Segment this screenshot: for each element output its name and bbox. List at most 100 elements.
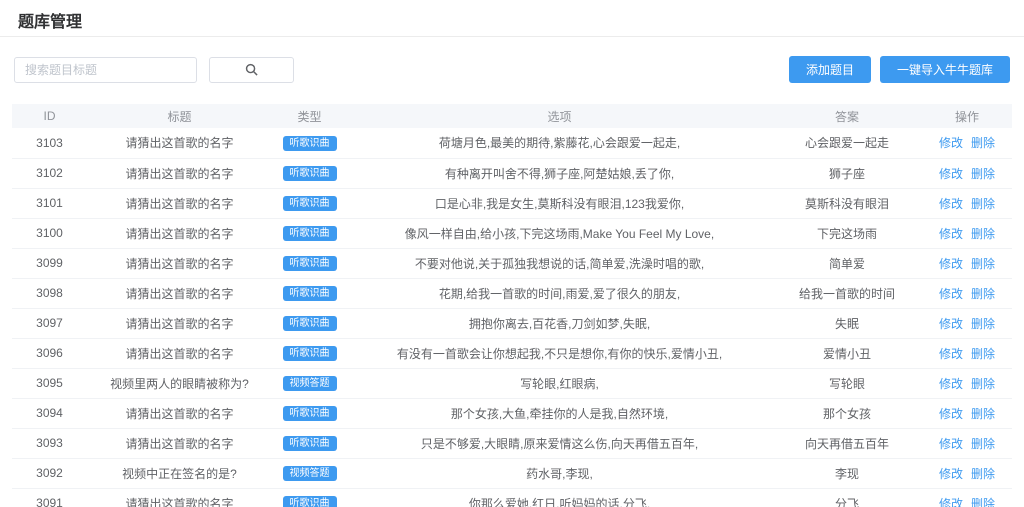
- cell-id: 3096: [12, 338, 87, 368]
- edit-link[interactable]: 修改: [939, 136, 963, 150]
- search-button[interactable]: [209, 57, 294, 83]
- cell-id: 3100: [12, 218, 87, 248]
- cell-type: 听歌识曲: [272, 248, 347, 278]
- cell-id: 3097: [12, 308, 87, 338]
- delete-link[interactable]: 删除: [971, 317, 995, 331]
- delete-link[interactable]: 删除: [971, 437, 995, 451]
- delete-link[interactable]: 删除: [971, 136, 995, 150]
- delete-link[interactable]: 删除: [971, 257, 995, 271]
- cell-title: 请猜出这首歌的名字: [87, 398, 272, 428]
- type-badge: 听歌识曲: [283, 316, 337, 331]
- cell-type: 视频答题: [272, 458, 347, 488]
- cell-type: 听歌识曲: [272, 488, 347, 507]
- cell-options: 有没有一首歌会让你想起我,不只是想你,有你的快乐,爱情小丑,: [347, 338, 772, 368]
- edit-link[interactable]: 修改: [939, 407, 963, 421]
- cell-type: 听歌识曲: [272, 338, 347, 368]
- table-row: 3098请猜出这首歌的名字听歌识曲花期,给我一首歌的时间,雨爱,爱了很久的朋友,…: [12, 278, 1012, 308]
- type-badge: 视频答题: [283, 376, 337, 391]
- cell-answer: 爱情小丑: [772, 338, 922, 368]
- cell-title: 请猜出这首歌的名字: [87, 308, 272, 338]
- edit-link[interactable]: 修改: [939, 377, 963, 391]
- cell-title: 视频里两人的眼睛被称为?: [87, 368, 272, 398]
- edit-link[interactable]: 修改: [939, 317, 963, 331]
- cell-type: 听歌识曲: [272, 128, 347, 158]
- cell-options: 写轮眼,红眼病,: [347, 368, 772, 398]
- cell-options: 荷塘月色,最美的期待,紫藤花,心会跟爱一起走,: [347, 128, 772, 158]
- cell-options: 有种离开叫舍不得,狮子座,阿楚姑娘,丢了你,: [347, 158, 772, 188]
- delete-link[interactable]: 删除: [971, 347, 995, 361]
- edit-link[interactable]: 修改: [939, 197, 963, 211]
- delete-link[interactable]: 删除: [971, 287, 995, 301]
- cell-options: 口是心非,我是女生,莫斯科没有眼泪,123我爱你,: [347, 188, 772, 218]
- edit-link[interactable]: 修改: [939, 437, 963, 451]
- content: 添加题目 一键导入牛牛题库 ID 标题 类型 选项 答案 操作 3103请猜出这…: [0, 56, 1024, 507]
- cell-actions: 修改删除: [922, 398, 1012, 428]
- cell-answer: 狮子座: [772, 158, 922, 188]
- page-header: 题库管理: [0, 0, 1024, 37]
- cell-answer: 写轮眼: [772, 368, 922, 398]
- cell-title: 请猜出这首歌的名字: [87, 488, 272, 507]
- table-row: 3094请猜出这首歌的名字听歌识曲那个女孩,大鱼,牵挂你的人是我,自然环境,那个…: [12, 398, 1012, 428]
- cell-answer: 分飞: [772, 488, 922, 507]
- type-badge: 听歌识曲: [283, 166, 337, 181]
- table-row: 3100请猜出这首歌的名字听歌识曲像风一样自由,给小孩,下完这场雨,Make Y…: [12, 218, 1012, 248]
- import-question-bank-button[interactable]: 一键导入牛牛题库: [880, 56, 1010, 83]
- edit-link[interactable]: 修改: [939, 257, 963, 271]
- cell-title: 请猜出这首歌的名字: [87, 428, 272, 458]
- cell-id: 3093: [12, 428, 87, 458]
- cell-options: 花期,给我一首歌的时间,雨爱,爱了很久的朋友,: [347, 278, 772, 308]
- delete-link[interactable]: 删除: [971, 467, 995, 481]
- cell-answer: 简单爱: [772, 248, 922, 278]
- type-badge: 听歌识曲: [283, 346, 337, 361]
- edit-link[interactable]: 修改: [939, 287, 963, 301]
- type-badge: 视频答题: [283, 466, 337, 481]
- delete-link[interactable]: 删除: [971, 197, 995, 211]
- edit-link[interactable]: 修改: [939, 167, 963, 181]
- edit-link[interactable]: 修改: [939, 227, 963, 241]
- column-header-actions: 操作: [922, 104, 1012, 128]
- table-row: 3092视频中正在签名的是?视频答题药水哥,李现,李现修改删除: [12, 458, 1012, 488]
- cell-id: 3094: [12, 398, 87, 428]
- cell-title: 请猜出这首歌的名字: [87, 158, 272, 188]
- cell-options: 药水哥,李现,: [347, 458, 772, 488]
- table-row: 3097请猜出这首歌的名字听歌识曲拥抱你离去,百花香,刀剑如梦,失眠,失眠修改删…: [12, 308, 1012, 338]
- cell-type: 听歌识曲: [272, 278, 347, 308]
- cell-answer: 那个女孩: [772, 398, 922, 428]
- cell-options: 拥抱你离去,百花香,刀剑如梦,失眠,: [347, 308, 772, 338]
- add-question-button[interactable]: 添加题目: [789, 56, 871, 83]
- cell-id: 3103: [12, 128, 87, 158]
- delete-link[interactable]: 删除: [971, 377, 995, 391]
- table-row: 3102请猜出这首歌的名字听歌识曲有种离开叫舍不得,狮子座,阿楚姑娘,丢了你,狮…: [12, 158, 1012, 188]
- cell-actions: 修改删除: [922, 458, 1012, 488]
- search-input[interactable]: [14, 57, 197, 83]
- column-header-title: 标题: [87, 104, 272, 128]
- cell-type: 视频答题: [272, 368, 347, 398]
- edit-link[interactable]: 修改: [939, 467, 963, 481]
- cell-title: 请猜出这首歌的名字: [87, 248, 272, 278]
- question-table: ID 标题 类型 选项 答案 操作 3103请猜出这首歌的名字听歌识曲荷塘月色,…: [12, 104, 1012, 507]
- cell-actions: 修改删除: [922, 308, 1012, 338]
- delete-link[interactable]: 删除: [971, 407, 995, 421]
- edit-link[interactable]: 修改: [939, 497, 963, 507]
- page-title: 题库管理: [18, 8, 1024, 32]
- cell-title: 请猜出这首歌的名字: [87, 188, 272, 218]
- cell-actions: 修改删除: [922, 158, 1012, 188]
- cell-title: 请猜出这首歌的名字: [87, 338, 272, 368]
- edit-link[interactable]: 修改: [939, 347, 963, 361]
- type-badge: 听歌识曲: [283, 196, 337, 211]
- table-row: 3096请猜出这首歌的名字听歌识曲有没有一首歌会让你想起我,不只是想你,有你的快…: [12, 338, 1012, 368]
- delete-link[interactable]: 删除: [971, 227, 995, 241]
- delete-link[interactable]: 删除: [971, 167, 995, 181]
- cell-options: 那个女孩,大鱼,牵挂你的人是我,自然环境,: [347, 398, 772, 428]
- cell-title: 请猜出这首歌的名字: [87, 218, 272, 248]
- table-row: 3103请猜出这首歌的名字听歌识曲荷塘月色,最美的期待,紫藤花,心会跟爱一起走,…: [12, 128, 1012, 158]
- delete-link[interactable]: 删除: [971, 497, 995, 507]
- type-badge: 听歌识曲: [283, 286, 337, 301]
- cell-answer: 心会跟爱一起走: [772, 128, 922, 158]
- cell-actions: 修改删除: [922, 218, 1012, 248]
- cell-title: 视频中正在签名的是?: [87, 458, 272, 488]
- cell-id: 3099: [12, 248, 87, 278]
- cell-answer: 下完这场雨: [772, 218, 922, 248]
- cell-answer: 失眠: [772, 308, 922, 338]
- cell-answer: 李现: [772, 458, 922, 488]
